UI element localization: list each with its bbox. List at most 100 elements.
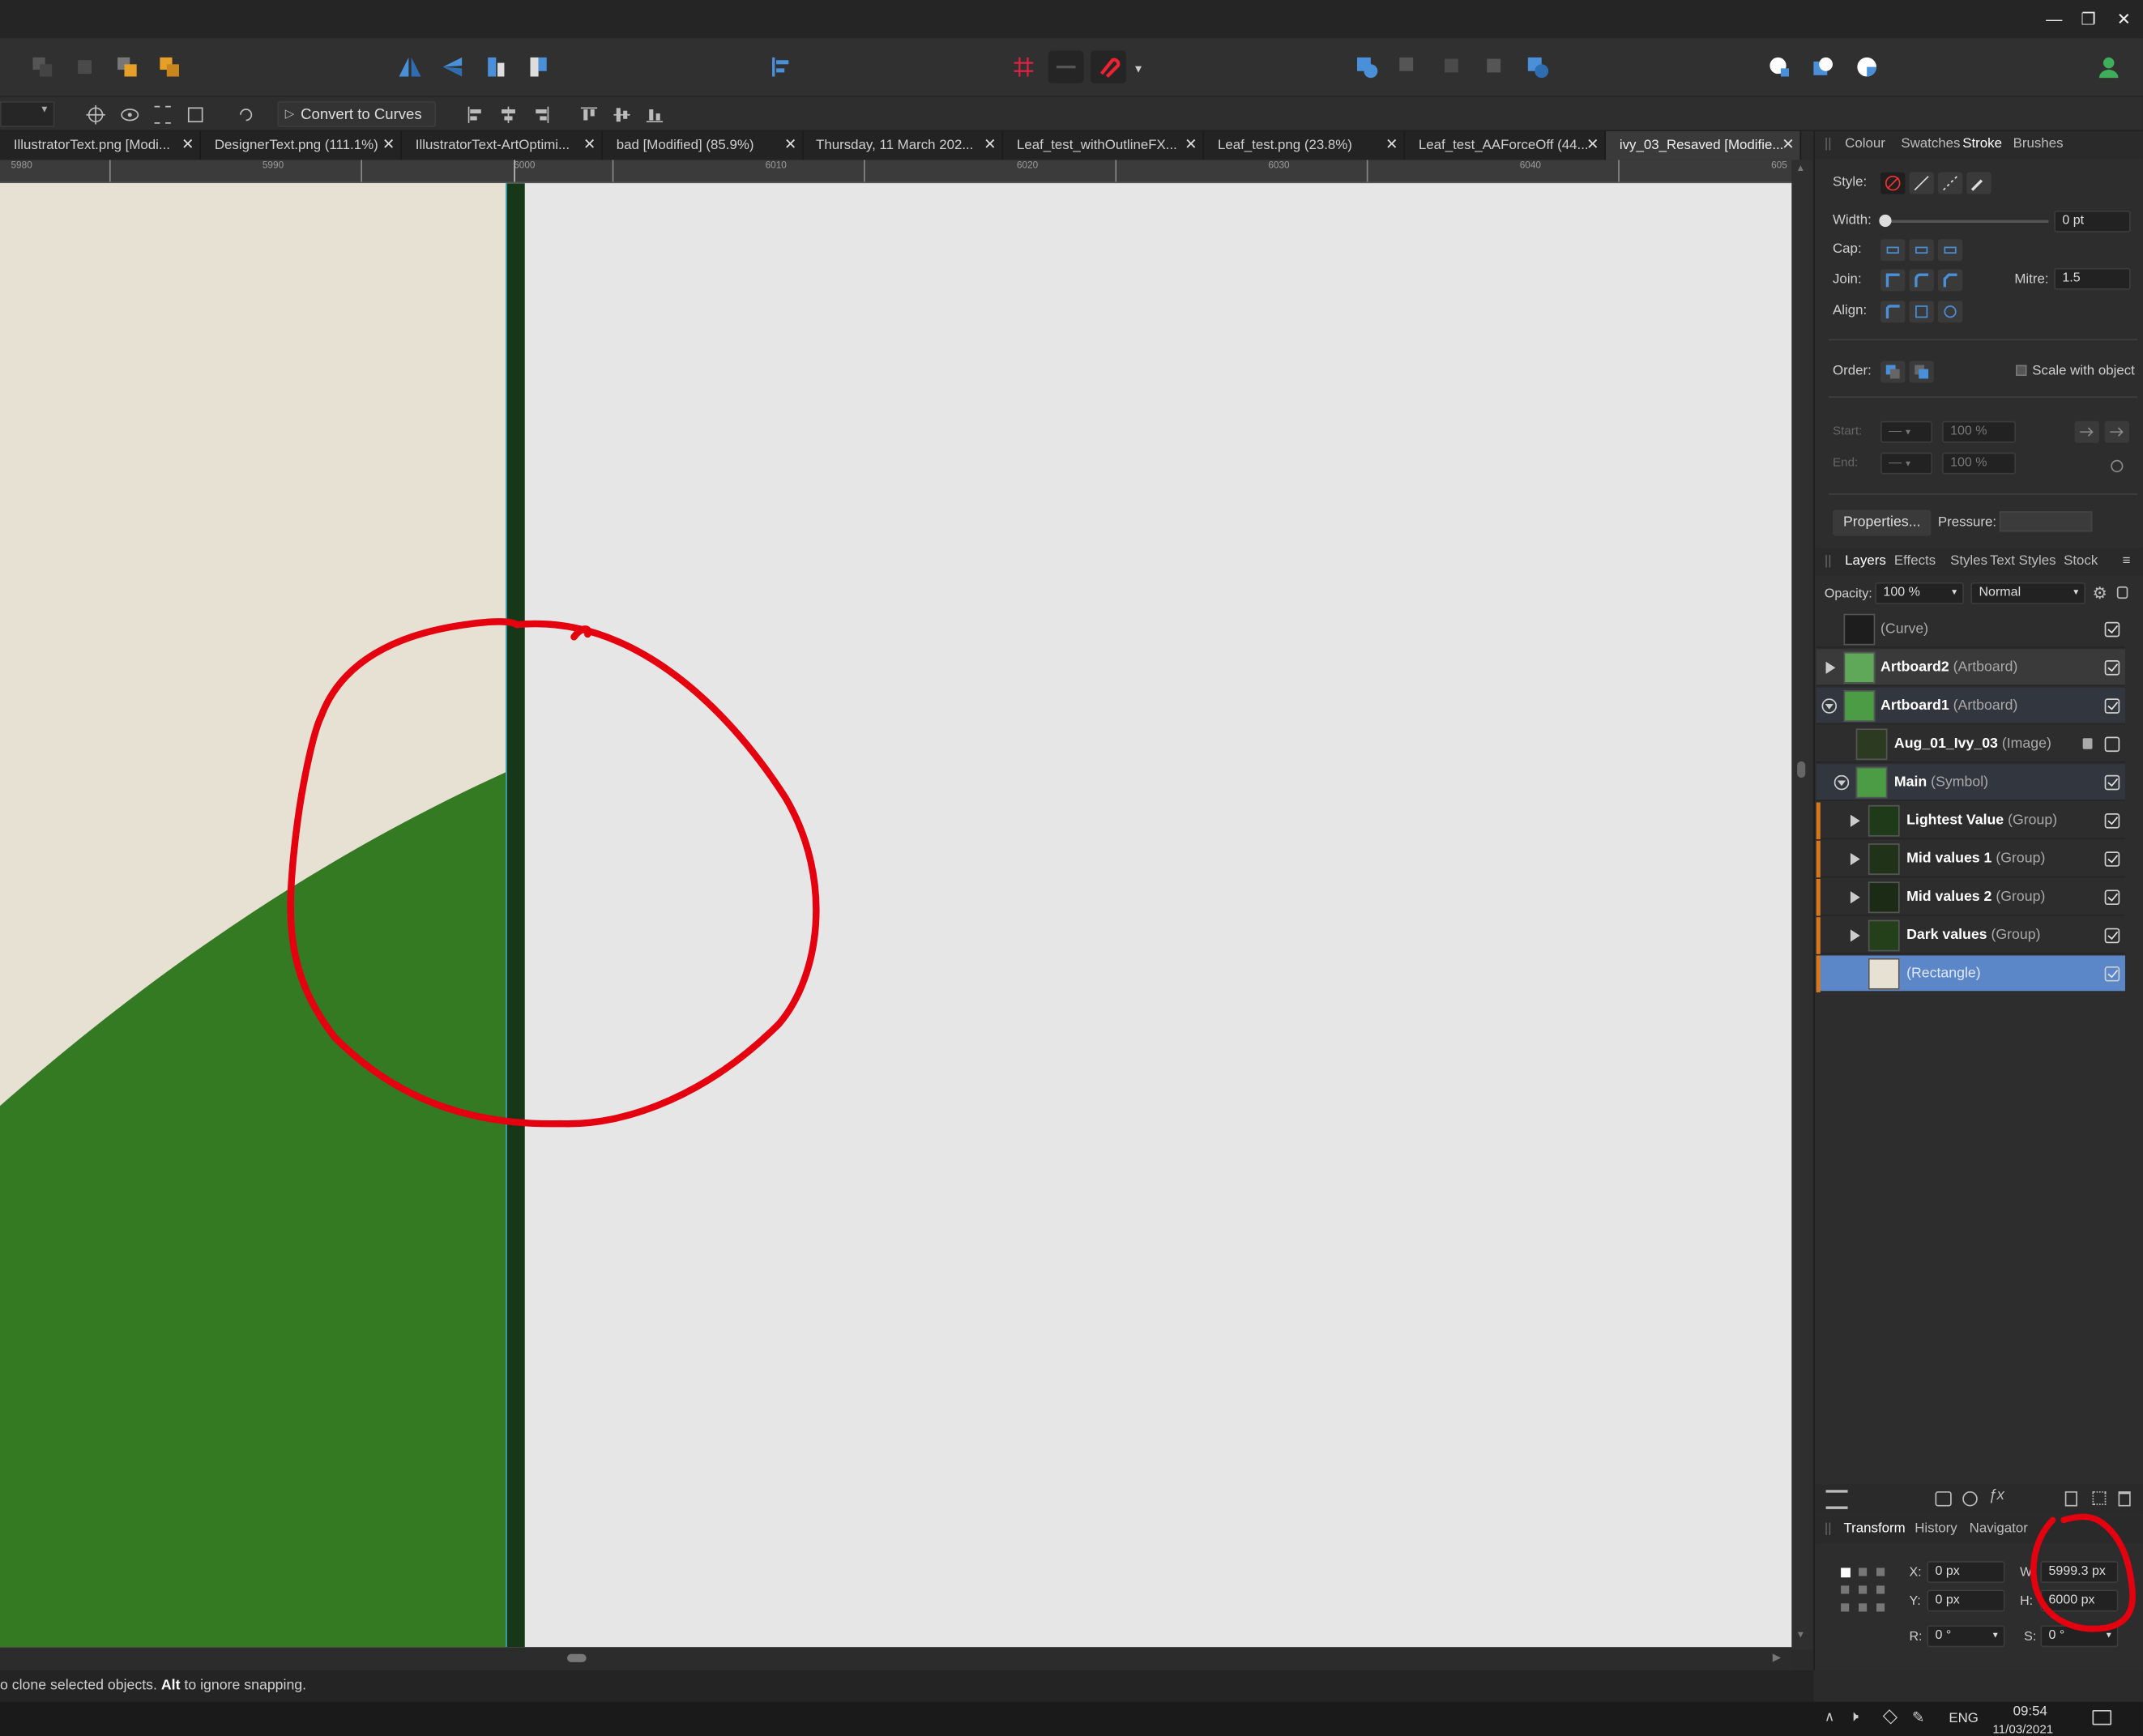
tab-colour[interactable]: Colour	[1845, 137, 1885, 152]
boolean-divide-icon[interactable]	[1520, 50, 1556, 83]
boolean-add-icon[interactable]	[1349, 50, 1385, 83]
flip-horizontal-icon[interactable]	[392, 50, 428, 83]
lock-icon[interactable]	[2116, 586, 2128, 599]
tool-dropdown[interactable]: ▼	[0, 100, 55, 127]
vertical-scrollbar[interactable]: ▲ ▼	[1791, 160, 1812, 1650]
move-forward-icon[interactable]	[67, 50, 103, 83]
mitre-field[interactable]: 1.5	[2054, 267, 2131, 290]
panel-grip-icon[interactable]: ||	[1825, 137, 1832, 152]
layers-stack-icon[interactable]	[1825, 1490, 1848, 1509]
expand-triangle-icon[interactable]	[1848, 813, 1863, 829]
opacity-dropdown[interactable]: 100 % ▼	[1875, 582, 1964, 604]
align-top-icon[interactable]	[575, 101, 603, 127]
horizontal-scrollbar[interactable]: ▶	[0, 1647, 1792, 1671]
width-slider-handle[interactable]	[1879, 214, 1892, 228]
blend-mode-dropdown[interactable]: Normal ▼	[1970, 582, 2086, 604]
adjustment-icon[interactable]	[1962, 1491, 1978, 1507]
snapping-dropdown-icon[interactable]: ▼	[1133, 63, 1143, 75]
tab-document[interactable]: Leaf_test_AAForceOff (44... ✕	[1405, 130, 1606, 160]
cap-round-icon[interactable]	[1909, 239, 1934, 262]
y-field[interactable]: 0 px	[1927, 1589, 2005, 1612]
style-none-icon[interactable]	[1880, 172, 1906, 194]
scroll-right-icon[interactable]: ▶	[1773, 1651, 1781, 1663]
show-bounding-icon[interactable]	[116, 101, 143, 127]
align-left-icon[interactable]	[462, 101, 489, 127]
trash-icon[interactable]	[2118, 1491, 2131, 1507]
close-tab-icon[interactable]: ✕	[784, 131, 797, 160]
pen-icon[interactable]: ✎	[1912, 1708, 1925, 1726]
collapse-triangle-icon[interactable]	[1821, 698, 1838, 714]
tab-document[interactable]: Leaf_test.png (23.8%) ✕	[1204, 130, 1406, 160]
tray-chevron-icon[interactable]: ∧	[1825, 1710, 1834, 1725]
visibility-checkbox[interactable]	[2104, 736, 2120, 753]
tab-transform[interactable]: Transform	[1843, 1521, 1905, 1537]
width-slider[interactable]	[1885, 220, 2049, 224]
rotation-field[interactable]: 0 ° ▼	[1927, 1625, 2005, 1648]
close-tab-icon[interactable]: ✕	[1385, 131, 1398, 160]
align-center-stroke-icon[interactable]	[1909, 301, 1934, 323]
layer-row[interactable]: Artboard1 (Artboard)	[1816, 687, 2125, 725]
speaker-icon[interactable]: 🕨	[1849, 1708, 1859, 1726]
transform-origin-icon[interactable]	[82, 101, 109, 127]
notification-icon[interactable]	[2092, 1709, 2112, 1725]
selection-handles-icon[interactable]	[149, 101, 177, 127]
tab-stock[interactable]: Stock	[2064, 553, 2098, 569]
gear-icon[interactable]: ⚙	[2092, 584, 2107, 604]
rotate-right-icon[interactable]	[521, 50, 557, 83]
visibility-checkbox[interactable]	[2104, 621, 2120, 638]
panel-menu-icon[interactable]: ≡	[2123, 553, 2131, 569]
tab-navigator[interactable]: Navigator	[1970, 1521, 2028, 1537]
tab-layers[interactable]: Layers	[1845, 553, 1886, 569]
style-brush-icon[interactable]	[1966, 172, 1991, 194]
bring-to-front-icon[interactable]	[152, 50, 187, 83]
tab-history[interactable]: History	[1915, 1521, 1957, 1537]
move-back-icon[interactable]	[24, 50, 60, 83]
tab-text-styles[interactable]: Text Styles	[1990, 553, 2056, 569]
scroll-up-icon[interactable]: ▲	[1795, 164, 1805, 173]
expand-triangle-icon[interactable]	[1848, 889, 1863, 905]
boolean-subtract-icon[interactable]	[1391, 50, 1427, 83]
panel-grip-icon[interactable]: ||	[1825, 553, 1832, 569]
visibility-checkbox[interactable]	[2104, 928, 2120, 944]
tab-document[interactable]: DesignerText.png (111.1%) ✕	[201, 130, 402, 160]
close-window-icon[interactable]: ✕	[2111, 6, 2136, 31]
close-tab-icon[interactable]: ✕	[181, 131, 194, 160]
restore-icon[interactable]: ❐	[2076, 6, 2100, 31]
persona-export-icon[interactable]	[1849, 50, 1885, 83]
align-inside-icon[interactable]	[1880, 301, 1906, 323]
snapping-grid-icon[interactable]	[1005, 50, 1041, 83]
transform-objects-icon[interactable]	[233, 101, 260, 127]
align-icon[interactable]	[762, 50, 798, 83]
clock-date[interactable]: 11/03/2021	[1992, 1722, 2053, 1736]
group-icon[interactable]	[2092, 1491, 2107, 1505]
panel-grip-icon[interactable]: ||	[1825, 1521, 1832, 1537]
join-miter-icon[interactable]	[1880, 269, 1906, 292]
visibility-checkbox[interactable]	[2104, 966, 2120, 982]
layer-row[interactable]: Aug_01_Ivy_03 (Image)	[1816, 726, 2125, 763]
scale-with-object-checkbox[interactable]	[2016, 365, 2027, 377]
tab-document[interactable]: IllustratorText.png [Modi... ✕	[0, 130, 201, 160]
align-right-icon[interactable]	[527, 101, 555, 127]
document-canvas[interactable]	[0, 183, 1792, 1648]
tab-effects[interactable]: Effects	[1894, 553, 1936, 569]
properties-button[interactable]: Properties...	[1832, 510, 1932, 536]
expand-triangle-icon[interactable]	[1823, 660, 1838, 676]
tab-document[interactable]: Thursday, 11 March 202... ✕	[802, 130, 1004, 160]
order-behind-icon[interactable]	[1880, 360, 1906, 383]
align-outside-icon[interactable]	[1937, 301, 1963, 323]
language-indicator[interactable]: ENG	[1949, 1712, 1979, 1727]
width-field[interactable]: 0 pt	[2054, 210, 2131, 232]
start-scale-field[interactable]: 100 %	[1941, 420, 2017, 443]
style-dashed-icon[interactable]	[1937, 172, 1963, 194]
clock-time[interactable]: 09:54	[2013, 1704, 2047, 1720]
start-arrow-dropdown[interactable]: — ▼	[1880, 420, 1933, 443]
align-bottom-icon[interactable]	[641, 101, 668, 127]
align-center-icon[interactable]	[495, 101, 523, 127]
visibility-checkbox[interactable]	[2104, 774, 2120, 791]
arrow-swap-icon[interactable]	[2074, 420, 2099, 443]
anchor-point-selector[interactable]	[1839, 1567, 1885, 1613]
expand-triangle-icon[interactable]	[1848, 851, 1863, 867]
arrow-refresh-icon[interactable]	[2105, 455, 2129, 477]
visibility-checkbox[interactable]	[2104, 813, 2120, 829]
flip-vertical-icon[interactable]	[434, 50, 470, 83]
